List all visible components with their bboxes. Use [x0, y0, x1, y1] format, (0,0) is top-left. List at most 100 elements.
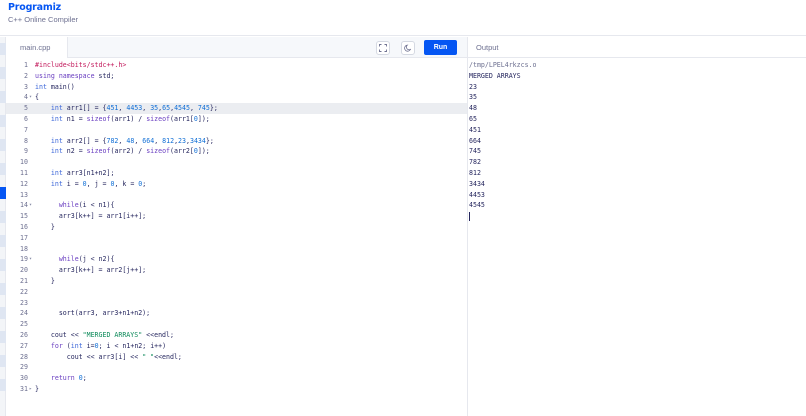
line-number: 17 — [20, 233, 28, 242]
code-text: cout << arr3[i] << " "<<endl; — [35, 352, 182, 361]
line-number: 16 — [20, 223, 28, 231]
line-number: 2 — [24, 71, 28, 80]
code-line[interactable]: 9 int n2 = sizeof(arr2) / sizeof(arr2[0]… — [6, 146, 467, 157]
line-number: 26 — [20, 331, 28, 339]
moon-icon — [404, 44, 412, 52]
code-line[interactable]: 26 cout << "MERGED ARRAYS" <<endl; — [6, 330, 467, 341]
code-line[interactable]: 21 } — [6, 276, 467, 287]
code-line[interactable]: 12 int i = 0, j = 0, k = 0; — [6, 179, 467, 190]
code-line[interactable]: 29 — [6, 362, 467, 373]
code-line[interactable]: 10 — [6, 157, 467, 168]
code-line[interactable]: 4 ▾{ — [6, 92, 467, 103]
code-line[interactable]: 2 using namespace std; — [6, 71, 467, 82]
code-line[interactable]: 27 for (int i=0; i < n1+n2; i++) — [6, 341, 467, 352]
code-line[interactable]: 15 arr3[k++] = arr1[i++]; — [6, 211, 467, 222]
output-line: 812 — [469, 168, 481, 177]
code-text: for (int i=0; i < n1+n2; i++) — [50, 341, 167, 350]
code-text: } — [35, 277, 55, 285]
line-number: 7 — [24, 125, 28, 134]
code-text: arr3[k++] = arr2[j++]; — [35, 266, 147, 275]
code-line[interactable]: 16 } — [6, 222, 467, 233]
code-line[interactable]: 19 ▾ while(j < n2){ — [6, 254, 467, 265]
fullscreen-button[interactable] — [376, 41, 390, 55]
line-number: 21 — [20, 277, 28, 285]
code-line[interactable]: 25 — [6, 319, 467, 330]
line-number: 9 — [24, 147, 28, 156]
code-line[interactable]: 8 int arr2[] = {782, 48, 664, 812,23,343… — [6, 136, 467, 147]
line-number: 18 — [20, 244, 28, 253]
line-number: 10 — [20, 158, 28, 167]
fullscreen-icon — [379, 44, 387, 52]
code-line[interactable]: 23 — [6, 298, 467, 309]
line-number: 22 — [20, 287, 28, 296]
fold-toggle-icon[interactable]: ▸ — [29, 384, 32, 395]
text-caret — [469, 211, 470, 221]
run-button[interactable]: Run — [424, 40, 457, 55]
code-text: #include<bits/stdc++.h> — [35, 61, 127, 69]
file-tab-main-cpp[interactable]: main.cpp — [6, 37, 68, 58]
code-line[interactable]: 14 ▾ while(i < n1){ — [6, 200, 467, 211]
line-number: 13 — [20, 190, 28, 199]
line-number: 25 — [20, 320, 28, 329]
output-line: 4545 — [469, 201, 485, 210]
programiz-logo[interactable]: Programiz — [8, 2, 61, 13]
code-text: } — [35, 385, 39, 393]
code-text: int arr3[n1+n2]; — [50, 169, 115, 177]
code-line[interactable]: 31 ▸} — [6, 384, 467, 395]
code-line[interactable]: 24 sort(arr3, arr3+n1+n2); — [6, 308, 467, 319]
code-line[interactable]: 11 int arr3[n1+n2]; — [6, 168, 467, 179]
output-line: 23 — [469, 82, 477, 91]
output-line: 48 — [469, 104, 477, 113]
code-text: using namespace std; — [35, 71, 115, 80]
output-line: 65 — [469, 114, 477, 123]
line-number: 30 — [20, 374, 28, 383]
code-line[interactable]: 18 — [6, 244, 467, 255]
code-text: int n1 = sizeof(arr1) / sizeof(arr1[0]); — [50, 115, 210, 123]
code-line[interactable]: 1 #include<bits/stdc++.h> — [6, 60, 467, 71]
fold-toggle-icon[interactable]: ▾ — [29, 92, 32, 103]
output-line: 451 — [469, 125, 481, 134]
output-cursor[interactable] — [469, 211, 799, 222]
code-editor[interactable]: 1 #include<bits/stdc++.h> 2 using namespace… — [6, 58, 467, 416]
code-line[interactable]: 5 int arr1[] = {451, 4453, 35,65,4545, 7… — [6, 103, 467, 114]
line-number: 8 — [24, 136, 28, 145]
line-number: 3 — [24, 82, 28, 91]
line-number: 23 — [20, 298, 28, 307]
code-text: return 0; — [50, 374, 87, 383]
fold-toggle-icon[interactable]: ▾ — [29, 254, 32, 265]
code-line[interactable]: 3 int main() — [6, 82, 467, 93]
code-text: cout << "MERGED ARRAYS" <<endl; — [35, 331, 174, 339]
output-line: 745 — [469, 147, 481, 156]
output-line: 664 — [469, 136, 481, 145]
code-line[interactable]: 20 arr3[k++] = arr2[j++]; — [6, 265, 467, 276]
line-number: 4 — [24, 93, 28, 102]
line-number: 12 — [20, 179, 28, 188]
code-text: sort(arr3, arr3+n1+n2); — [35, 309, 151, 318]
code-text: { — [35, 93, 39, 102]
line-number: 29 — [20, 363, 28, 372]
code-text: int arr1[] = {451, 4453, 35,65,4545, 745… — [50, 104, 218, 113]
line-number: 20 — [20, 266, 28, 275]
code-text: int main() — [35, 82, 75, 91]
code-text: } — [35, 223, 55, 231]
output-line: 3434 — [469, 179, 485, 188]
page-subtitle: C++ Online Compiler — [8, 15, 79, 24]
line-number: 28 — [20, 352, 28, 361]
code-line[interactable]: 6 int n1 = sizeof(arr1) / sizeof(arr1[0]… — [6, 114, 467, 125]
theme-toggle-button[interactable] — [401, 41, 415, 55]
code-line[interactable]: 28 cout << arr3[i] << " "<<endl; — [6, 352, 467, 363]
code-line[interactable]: 7 — [6, 125, 467, 136]
code-line[interactable]: 13 — [6, 190, 467, 201]
line-number: 31 — [20, 385, 28, 393]
fold-toggle-icon[interactable]: ▾ — [29, 200, 32, 211]
code-line[interactable]: 22 — [6, 287, 467, 298]
panel-divider[interactable] — [467, 37, 468, 416]
output-line: 782 — [469, 158, 481, 167]
code-text: int n2 = sizeof(arr2) / sizeof(arr2[0]); — [50, 147, 210, 156]
line-number: 27 — [20, 341, 28, 350]
line-number: 1 — [24, 61, 28, 69]
code-line[interactable]: 30 return 0; — [6, 373, 467, 384]
line-number: 15 — [20, 212, 28, 221]
code-line[interactable]: 17 — [6, 233, 467, 244]
code-text: arr3[k++] = arr1[i++]; — [35, 212, 147, 221]
